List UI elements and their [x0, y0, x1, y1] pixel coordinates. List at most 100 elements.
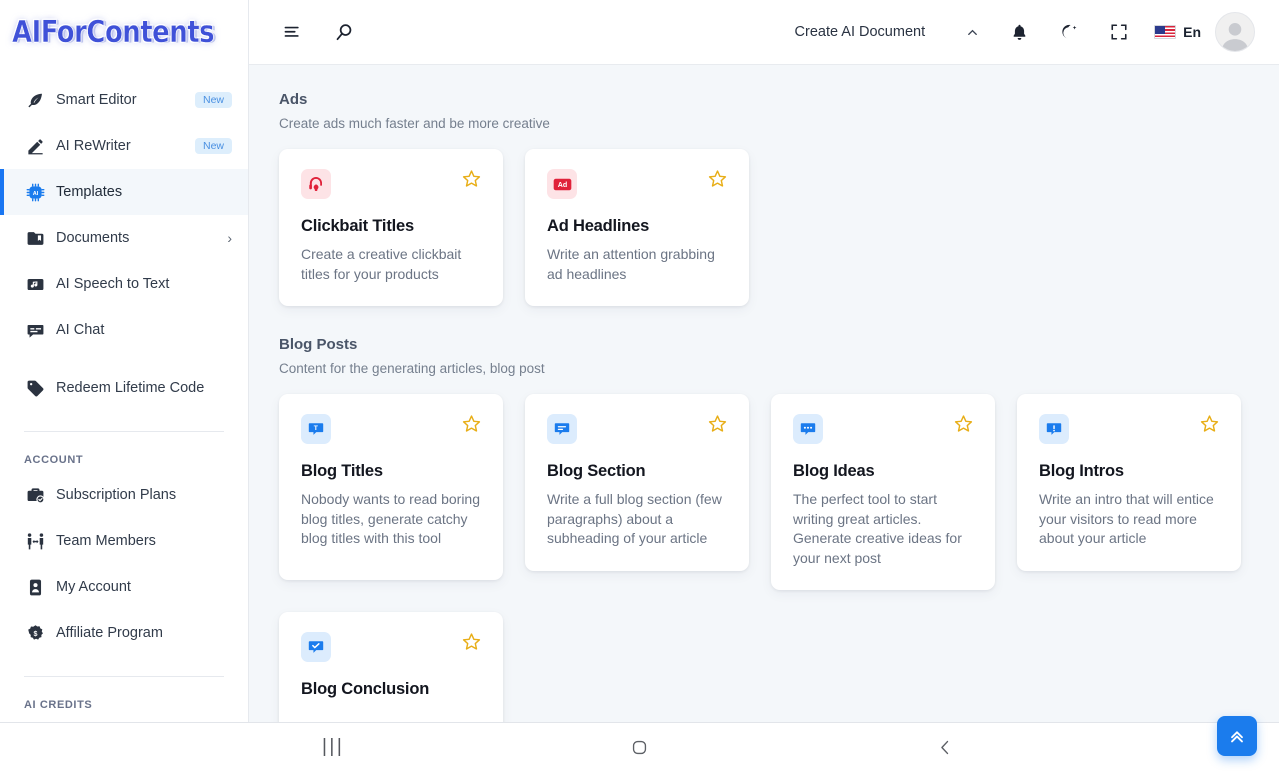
favorite-star-icon[interactable] — [708, 169, 727, 188]
android-recents-button[interactable]: ||| — [303, 727, 363, 767]
favorite-star-icon[interactable] — [1200, 414, 1219, 433]
sidebar-item-templates[interactable]: AI Templates — [0, 169, 248, 215]
sidebar-item-label: AI Chat — [56, 322, 105, 338]
card-description: Write an intro that will entice your vis… — [1039, 491, 1214, 546]
favorite-star-icon[interactable] — [462, 414, 481, 433]
sidebar-item-smart-editor[interactable]: Smart Editor New — [0, 77, 248, 123]
section-subtitle: Content for the generating articles, blo… — [279, 361, 545, 376]
section-title: Blog Posts — [279, 336, 358, 353]
template-card-blog-conclusion[interactable]: Blog Conclusion — [279, 612, 503, 722]
team-icon — [24, 530, 46, 552]
sidebar-item-label: My Account — [56, 579, 131, 595]
card-description: Write an attention grabbing ad headlines — [547, 246, 715, 282]
sidebar-item-subscription-plans[interactable]: Subscription Plans — [0, 472, 248, 518]
sidebar-item-team-members[interactable]: Team Members — [0, 518, 248, 564]
card-header — [1039, 414, 1219, 444]
id-card-icon — [24, 576, 46, 598]
search-icon[interactable] — [327, 15, 361, 49]
favorite-star-icon[interactable] — [462, 632, 481, 651]
sidebar-item-ai-speech-to-text[interactable]: AI Speech to Text — [0, 261, 248, 307]
sidebar: AIForContents Smart Editor New AI ReWrit… — [0, 0, 249, 722]
card-title: Blog Section — [547, 462, 646, 480]
android-home-button[interactable] — [609, 727, 669, 767]
sidebar-section-ai-credits: AI CREDITS — [24, 699, 93, 711]
bell-icon[interactable] — [1002, 15, 1036, 49]
template-card-blog-intros[interactable]: Blog Intros Write an intro that will ent… — [1017, 394, 1241, 571]
scroll-to-top-button[interactable] — [1217, 716, 1257, 756]
hamburger-menu-icon[interactable] — [275, 15, 309, 49]
user-avatar[interactable] — [1215, 12, 1255, 52]
sidebar-item-label: Documents — [56, 230, 130, 246]
card-description: The perfect tool to start writing great … — [793, 491, 962, 566]
language-label: En — [1183, 24, 1201, 40]
card-title: Clickbait Titles — [301, 217, 414, 235]
sidebar-item-affiliate-program[interactable]: $ Affiliate Program — [0, 610, 248, 656]
section-ads: Ads Create ads much faster and be more c… — [279, 91, 1251, 306]
main-area: Create AI Document En Ads Create ads muc… — [249, 0, 1279, 756]
card-description: Nobody wants to read boring blog titles,… — [301, 491, 480, 546]
sidebar-item-label: Redeem Lifetime Code — [56, 380, 205, 396]
chat-bubble-exclaim-icon — [1039, 414, 1069, 444]
card-header — [301, 169, 481, 199]
sidebar-item-my-account[interactable]: My Account — [0, 564, 248, 610]
favorite-star-icon[interactable] — [954, 414, 973, 433]
section-blog-posts: Blog Posts Content for the generating ar… — [279, 336, 1251, 722]
headphones-icon — [301, 169, 331, 199]
android-back-button[interactable] — [916, 727, 976, 767]
new-badge: New — [194, 137, 232, 155]
template-card-blog-titles[interactable]: T Blog Titles Nobody wants to read borin… — [279, 394, 503, 580]
chat-bubble-check-icon — [301, 632, 331, 662]
new-badge: New — [194, 91, 232, 109]
chat-bubble-icon — [24, 319, 46, 341]
chevron-up-icon — [965, 25, 980, 40]
briefcase-check-icon — [24, 484, 46, 506]
sidebar-item-label: AI ReWriter — [56, 138, 131, 154]
template-card-clickbait-titles[interactable]: Clickbait Titles Create a creative click… — [279, 149, 503, 306]
chat-bubble-t-icon: T — [301, 414, 331, 444]
sidebar-item-label: Smart Editor — [56, 92, 137, 108]
language-selector[interactable]: En — [1154, 24, 1201, 40]
sidebar-nav: Smart Editor New AI ReWriter New AI Temp… — [0, 65, 248, 722]
top-bar: Create AI Document En — [249, 0, 1279, 65]
folder-bookmark-icon — [24, 227, 46, 249]
card-title: Ad Headlines — [547, 217, 650, 235]
card-title: Blog Ideas — [793, 462, 875, 480]
chat-bubble-lines-icon — [547, 414, 577, 444]
content-scroll-area[interactable]: Ads Create ads much faster and be more c… — [249, 65, 1279, 722]
favorite-star-icon[interactable] — [708, 414, 727, 433]
moon-icon[interactable] — [1052, 15, 1086, 49]
card-grid-blog-posts: T Blog Titles Nobody wants to read borin… — [279, 394, 1251, 722]
template-card-ad-headlines[interactable]: Ad Ad Headlines Write an attention grabb… — [525, 149, 749, 306]
card-grid-ads: Clickbait Titles Create a creative click… — [279, 149, 1251, 306]
us-flag-icon — [1154, 25, 1177, 39]
card-title: Blog Intros — [1039, 462, 1124, 480]
dollar-coin-icon: $ — [24, 622, 46, 644]
sidebar-item-label: Affiliate Program — [56, 625, 163, 641]
sidebar-item-ai-chat[interactable]: AI Chat — [0, 307, 248, 353]
ad-badge-icon: Ad — [547, 169, 577, 199]
sidebar-section-account: ACCOUNT — [24, 454, 84, 466]
template-card-blog-section[interactable]: Blog Section Write a full blog section (… — [525, 394, 749, 571]
create-ai-document-dropdown[interactable]: Create AI Document — [795, 24, 981, 40]
svg-text:$: $ — [33, 630, 37, 638]
template-card-blog-ideas[interactable]: Blog Ideas The perfect tool to start wri… — [771, 394, 995, 590]
android-navigation-bar: ||| — [0, 722, 1279, 771]
card-title: Blog Conclusion — [301, 680, 430, 698]
favorite-star-icon[interactable] — [462, 169, 481, 188]
sidebar-item-ai-rewriter[interactable]: AI ReWriter New — [0, 123, 248, 169]
card-header: T — [301, 414, 481, 444]
expand-icon[interactable] — [1102, 15, 1136, 49]
chat-bubble-dots-icon — [793, 414, 823, 444]
sidebar-item-documents[interactable]: Documents › — [0, 215, 248, 261]
double-chevron-up-icon — [1227, 726, 1247, 746]
brand-logo-text: AIForContents — [12, 15, 215, 50]
chevron-right-icon: › — [227, 230, 232, 246]
recents-icon: ||| — [322, 736, 345, 757]
brand-logo-container[interactable]: AIForContents — [0, 0, 248, 65]
svg-text:AI: AI — [32, 190, 38, 196]
home-circle-icon — [630, 738, 649, 757]
app-root: AIForContents Smart Editor New AI ReWrit… — [0, 0, 1279, 771]
sidebar-item-redeem-lifetime-code[interactable]: Redeem Lifetime Code — [0, 365, 248, 411]
section-subtitle: Create ads much faster and be more creat… — [279, 116, 550, 131]
